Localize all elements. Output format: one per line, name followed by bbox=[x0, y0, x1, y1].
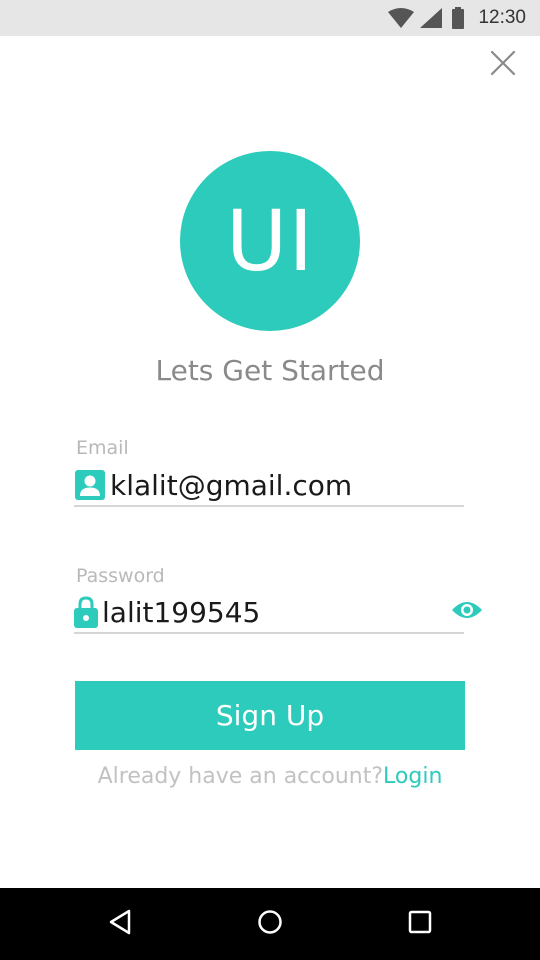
email-field[interactable] bbox=[106, 465, 464, 505]
sign-up-button[interactable]: Sign Up bbox=[75, 681, 465, 750]
email-field-row bbox=[74, 465, 464, 507]
battery-icon bbox=[452, 7, 465, 29]
password-field-row bbox=[74, 592, 482, 634]
navigation-bar bbox=[0, 888, 540, 960]
password-field[interactable] bbox=[98, 592, 451, 632]
signal-icon bbox=[420, 8, 443, 28]
close-icon bbox=[490, 50, 516, 81]
eye-icon bbox=[451, 600, 483, 625]
login-prompt-text: Already have an account? bbox=[97, 764, 384, 789]
status-bar: 12:30 bbox=[0, 0, 540, 36]
password-visibility-toggle[interactable] bbox=[451, 595, 483, 629]
lock-icon bbox=[74, 596, 98, 628]
back-button[interactable] bbox=[100, 904, 140, 944]
back-icon bbox=[108, 909, 132, 940]
login-prompt: Already have an account?Login bbox=[0, 764, 540, 789]
home-button[interactable] bbox=[250, 904, 290, 944]
logo-text: UI bbox=[225, 192, 315, 290]
close-button[interactable] bbox=[486, 48, 520, 82]
wifi-icon bbox=[388, 8, 415, 28]
recents-button[interactable] bbox=[400, 904, 440, 944]
recents-icon bbox=[408, 910, 432, 939]
page-title: Lets Get Started bbox=[155, 354, 385, 387]
logo: UI bbox=[180, 151, 360, 331]
email-label: Email bbox=[76, 437, 129, 459]
status-time: 12:30 bbox=[478, 7, 526, 28]
person-icon bbox=[74, 469, 106, 501]
login-link[interactable]: Login bbox=[383, 764, 442, 789]
status-icons: 12:30 bbox=[388, 0, 526, 36]
password-label: Password bbox=[76, 565, 165, 587]
home-icon bbox=[257, 909, 283, 940]
